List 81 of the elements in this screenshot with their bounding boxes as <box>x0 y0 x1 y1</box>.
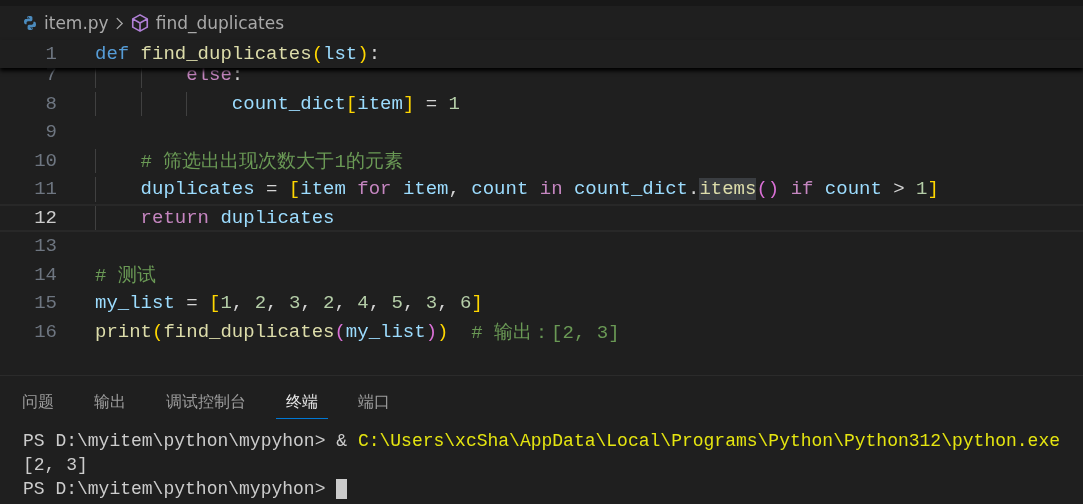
terminal-text: PS D:\myitem\python\mypyhon> <box>23 479 327 499</box>
code-token: , <box>437 292 450 315</box>
code-token: return <box>140 206 211 229</box>
code-token: [ <box>209 292 221 315</box>
chevron-right-icon <box>114 15 124 31</box>
code-token: , <box>231 292 245 315</box>
code-token: item <box>300 178 347 201</box>
code-token: ) <box>437 320 450 343</box>
code-token: > <box>893 178 906 201</box>
code-token: ) <box>425 320 438 343</box>
code-token: count_dict <box>573 178 688 201</box>
code-token: my_list <box>345 320 426 343</box>
line-number: 8 <box>44 92 57 115</box>
code-token: () <box>756 178 781 201</box>
code-token: if <box>790 178 815 201</box>
code-token: print <box>95 320 152 343</box>
terminal-text: [2, 3] <box>23 455 88 475</box>
line-number: 9 <box>44 121 57 144</box>
highlighted-word: items <box>699 178 757 201</box>
code-token: 1 <box>220 292 232 315</box>
code-token: count_dict <box>231 92 346 115</box>
code-token: . <box>688 178 700 201</box>
line-number: 1 <box>44 43 57 65</box>
panel-tab[interactable]: 输出 <box>84 388 136 419</box>
code-token: 5 <box>391 292 403 315</box>
line-number: 13 <box>33 235 57 258</box>
python-icon <box>22 15 38 31</box>
code-token: , <box>402 292 416 315</box>
cube-icon <box>129 13 150 33</box>
code-token: count <box>471 178 530 201</box>
code-comment: # 测试 <box>95 263 156 288</box>
code-token: 1 <box>916 178 928 201</box>
code-token: , <box>448 178 461 201</box>
line-number: 11 <box>33 178 57 201</box>
panel-tab[interactable]: 终端 <box>276 388 328 419</box>
code-token: 3 <box>425 292 438 315</box>
line-number: 12 <box>33 206 57 229</box>
code-token: = <box>266 178 279 201</box>
code-line: def find_duplicates(lst): <box>95 43 381 65</box>
code-token: = <box>425 92 439 115</box>
line-number: 15 <box>33 292 57 315</box>
code-token: 1 <box>448 92 460 115</box>
code-token: 6 <box>460 292 472 315</box>
code-token: ( <box>152 320 164 343</box>
code-token: [ <box>345 92 358 115</box>
code-token: for <box>357 178 393 201</box>
code-token: , <box>334 292 347 315</box>
code-token: ( <box>334 320 346 343</box>
code-comment: # 输出：[2, 3] <box>471 320 620 345</box>
code-token: 2 <box>323 292 335 315</box>
code-comment: # 筛选出出现次数大于1的元素 <box>140 149 403 174</box>
terminal-text: C:\Users\xcSha\AppData\Local\Programs\Python\Python312\python.exe <box>357 431 1060 451</box>
code-token: my_list <box>95 292 175 315</box>
panel-tab[interactable]: 问题 <box>12 388 64 419</box>
code-token: in <box>539 178 564 201</box>
panel-tab[interactable]: 端口 <box>348 388 400 419</box>
code-token: 3 <box>288 292 301 315</box>
code-token: find_duplicates <box>163 320 335 343</box>
code-token: duplicates <box>220 206 335 229</box>
panel-tab[interactable]: 调试控制台 <box>156 388 256 419</box>
breadcrumb-symbol[interactable]: find_duplicates <box>155 13 284 33</box>
code-token: , <box>368 292 382 315</box>
code-token: 2 <box>254 292 267 315</box>
code-token: [ <box>288 178 301 201</box>
code-token: ] <box>402 92 415 115</box>
code-token: item <box>402 178 449 201</box>
code-token: count <box>824 178 882 201</box>
code-token: = <box>186 292 199 315</box>
breadcrumb-file[interactable]: item.py <box>44 13 109 33</box>
code-token: 4 <box>357 292 369 315</box>
line-number: 14 <box>33 263 57 286</box>
code-token: , <box>300 292 313 315</box>
code-token: duplicates <box>140 178 255 201</box>
terminal-text: & <box>336 431 349 451</box>
code-token: ] <box>927 178 939 201</box>
terminal-text: PS D:\myitem\python\mypyhon> <box>23 431 327 451</box>
line-number: 10 <box>33 149 57 172</box>
code-token: , <box>266 292 279 315</box>
line-number: 16 <box>33 320 57 343</box>
code-token: item <box>357 92 403 115</box>
code-token: ] <box>471 292 483 315</box>
